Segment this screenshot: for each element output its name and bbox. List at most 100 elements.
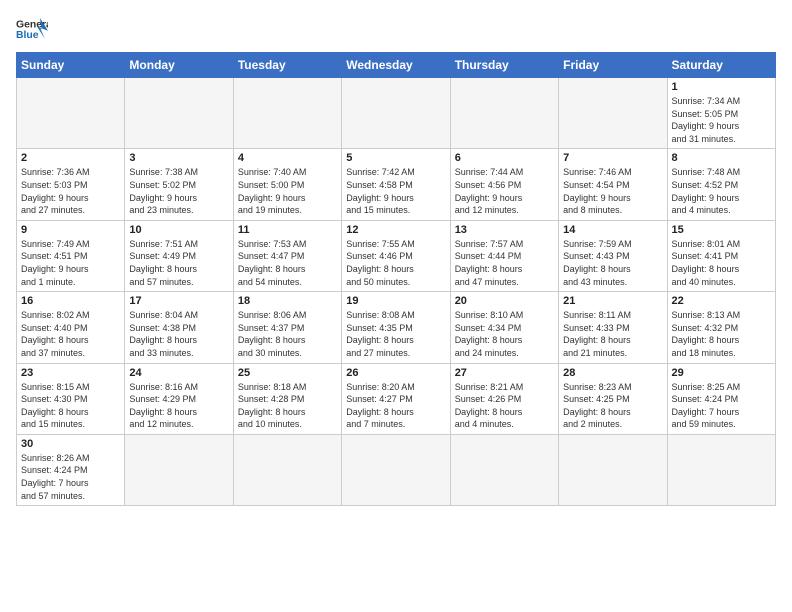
weekday-header-sunday: Sunday [17,53,125,78]
weekday-header-monday: Monday [125,53,233,78]
day-number: 1 [672,81,771,93]
calendar-cell [342,78,450,149]
calendar-week-row: 9 Sunrise: 7:49 AM Sunset: 4:51 PM Daylig… [17,220,776,291]
calendar-cell: 7Sunrise: 7:46 AM Sunset: 4:54 PM Daylig… [559,149,667,220]
day-number: 25 [238,367,337,379]
calendar-cell [125,434,233,505]
calendar-week-row: 23 Sunrise: 8:15 AM Sunset: 4:30 PM Dayli… [17,363,776,434]
day-info: Sunrise: 7:42 AM Sunset: 4:58 PM Dayligh… [346,166,445,216]
day-number: 10 [129,224,228,236]
day-info: Sunrise: 8:08 AM Sunset: 4:35 PM Dayligh… [346,309,445,359]
calendar-cell: 1 Sunrise: 7:34 AM Sunset: 5:05 PM Daylig… [667,78,775,149]
svg-text:Blue: Blue [16,30,39,41]
calendar-cell: 28 Sunrise: 8:23 AM Sunset: 4:25 PM Dayli… [559,363,667,434]
calendar-cell: 18 Sunrise: 8:06 AM Sunset: 4:37 PM Dayli… [233,292,341,363]
page: General Blue SundayMondayTuesdayWednesda… [0,0,792,612]
day-info: Sunrise: 7:49 AM Sunset: 4:51 PM Dayligh… [21,238,120,288]
calendar-cell: 11 Sunrise: 7:53 AM Sunset: 4:47 PM Dayli… [233,220,341,291]
calendar-cell: 4Sunrise: 7:40 AM Sunset: 5:00 PM Daylig… [233,149,341,220]
day-info: Sunrise: 7:34 AM Sunset: 5:05 PM Dayligh… [672,95,771,145]
day-number: 7 [563,152,662,164]
calendar-cell [17,78,125,149]
day-number: 16 [21,295,120,307]
day-info: Sunrise: 8:13 AM Sunset: 4:32 PM Dayligh… [672,309,771,359]
day-info: Sunrise: 8:06 AM Sunset: 4:37 PM Dayligh… [238,309,337,359]
day-number: 5 [346,152,445,164]
calendar-cell [450,78,558,149]
day-number: 14 [563,224,662,236]
logo: General Blue [16,16,48,44]
calendar-cell [125,78,233,149]
day-number: 22 [672,295,771,307]
day-info: Sunrise: 8:01 AM Sunset: 4:41 PM Dayligh… [672,238,771,288]
day-info: Sunrise: 8:20 AM Sunset: 4:27 PM Dayligh… [346,381,445,431]
calendar-cell: 8Sunrise: 7:48 AM Sunset: 4:52 PM Daylig… [667,149,775,220]
calendar-cell [233,434,341,505]
calendar-cell: 23 Sunrise: 8:15 AM Sunset: 4:30 PM Dayli… [17,363,125,434]
weekday-header-thursday: Thursday [450,53,558,78]
day-number: 17 [129,295,228,307]
calendar-cell: 20 Sunrise: 8:10 AM Sunset: 4:34 PM Dayli… [450,292,558,363]
calendar-cell: 19 Sunrise: 8:08 AM Sunset: 4:35 PM Dayli… [342,292,450,363]
day-number: 9 [21,224,120,236]
calendar-cell: 5 Sunrise: 7:42 AM Sunset: 4:58 PM Daylig… [342,149,450,220]
day-info: Sunrise: 7:38 AM Sunset: 5:02 PM Dayligh… [129,166,228,216]
day-info: Sunrise: 7:44 AM Sunset: 4:56 PM Dayligh… [455,166,554,216]
day-info: Sunrise: 8:18 AM Sunset: 4:28 PM Dayligh… [238,381,337,431]
day-info: Sunrise: 7:57 AM Sunset: 4:44 PM Dayligh… [455,238,554,288]
day-info: Sunrise: 7:53 AM Sunset: 4:47 PM Dayligh… [238,238,337,288]
weekday-header-wednesday: Wednesday [342,53,450,78]
day-info: Sunrise: 8:02 AM Sunset: 4:40 PM Dayligh… [21,309,120,359]
day-info: Sunrise: 7:59 AM Sunset: 4:43 PM Dayligh… [563,238,662,288]
day-number: 24 [129,367,228,379]
day-number: 18 [238,295,337,307]
day-number: 13 [455,224,554,236]
calendar-cell: 21 Sunrise: 8:11 AM Sunset: 4:33 PM Dayli… [559,292,667,363]
calendar-cell: 25 Sunrise: 8:18 AM Sunset: 4:28 PM Dayli… [233,363,341,434]
day-number: 19 [346,295,445,307]
weekday-header-friday: Friday [559,53,667,78]
day-number: 4 [238,152,337,164]
calendar-cell [342,434,450,505]
calendar-cell [559,434,667,505]
day-number: 21 [563,295,662,307]
calendar-cell [233,78,341,149]
day-number: 29 [672,367,771,379]
day-number: 6 [455,152,554,164]
calendar-cell: 6 Sunrise: 7:44 AM Sunset: 4:56 PM Daylig… [450,149,558,220]
day-number: 3 [129,152,228,164]
day-number: 15 [672,224,771,236]
weekday-header-saturday: Saturday [667,53,775,78]
calendar-cell: 13 Sunrise: 7:57 AM Sunset: 4:44 PM Dayli… [450,220,558,291]
calendar-cell: 17 Sunrise: 8:04 AM Sunset: 4:38 PM Dayli… [125,292,233,363]
day-info: Sunrise: 7:55 AM Sunset: 4:46 PM Dayligh… [346,238,445,288]
calendar-week-row: 2 Sunrise: 7:36 AM Sunset: 5:03 PM Daylig… [17,149,776,220]
day-info: Sunrise: 8:25 AM Sunset: 4:24 PM Dayligh… [672,381,771,431]
day-info: Sunrise: 8:04 AM Sunset: 4:38 PM Dayligh… [129,309,228,359]
day-number: 27 [455,367,554,379]
day-number: 2 [21,152,120,164]
day-info: Sunrise: 8:15 AM Sunset: 4:30 PM Dayligh… [21,381,120,431]
day-info: Sunrise: 7:48 AM Sunset: 4:52 PM Dayligh… [672,166,771,216]
day-number: 28 [563,367,662,379]
calendar-cell: 30Sunrise: 8:26 AM Sunset: 4:24 PM Dayli… [17,434,125,505]
day-number: 11 [238,224,337,236]
day-info: Sunrise: 8:16 AM Sunset: 4:29 PM Dayligh… [129,381,228,431]
day-info: Sunrise: 8:26 AM Sunset: 4:24 PM Dayligh… [21,452,120,502]
calendar-cell: 10Sunrise: 7:51 AM Sunset: 4:49 PM Dayli… [125,220,233,291]
calendar-week-row: 30Sunrise: 8:26 AM Sunset: 4:24 PM Dayli… [17,434,776,505]
calendar-cell: 29 Sunrise: 8:25 AM Sunset: 4:24 PM Dayli… [667,363,775,434]
day-number: 23 [21,367,120,379]
day-info: Sunrise: 7:36 AM Sunset: 5:03 PM Dayligh… [21,166,120,216]
day-number: 20 [455,295,554,307]
calendar-cell: 26Sunrise: 8:20 AM Sunset: 4:27 PM Dayli… [342,363,450,434]
calendar-cell: 12 Sunrise: 7:55 AM Sunset: 4:46 PM Dayli… [342,220,450,291]
day-info: Sunrise: 8:10 AM Sunset: 4:34 PM Dayligh… [455,309,554,359]
calendar-cell: 9 Sunrise: 7:49 AM Sunset: 4:51 PM Daylig… [17,220,125,291]
day-info: Sunrise: 8:23 AM Sunset: 4:25 PM Dayligh… [563,381,662,431]
calendar-cell: 14 Sunrise: 7:59 AM Sunset: 4:43 PM Dayli… [559,220,667,291]
day-number: 12 [346,224,445,236]
day-info: Sunrise: 8:11 AM Sunset: 4:33 PM Dayligh… [563,309,662,359]
weekday-header-row: SundayMondayTuesdayWednesdayThursdayFrid… [17,53,776,78]
day-info: Sunrise: 8:21 AM Sunset: 4:26 PM Dayligh… [455,381,554,431]
